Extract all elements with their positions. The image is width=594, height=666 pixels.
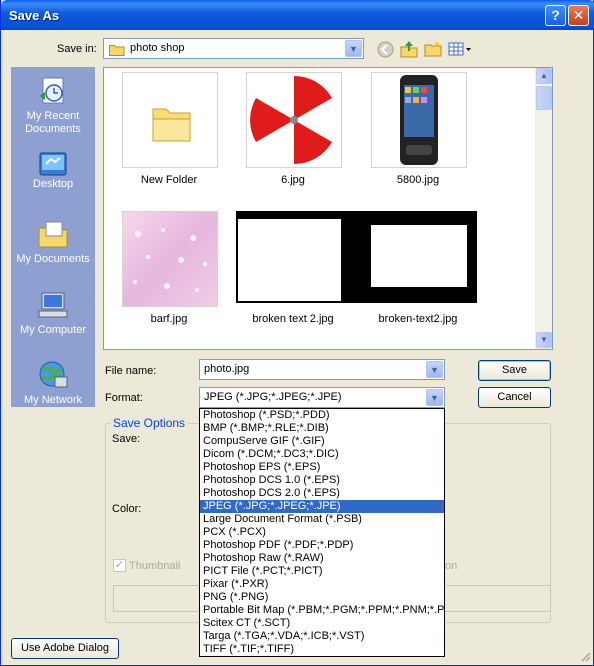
- recent-documents-icon: [40, 77, 64, 104]
- place-my-documents[interactable]: My Documents: [11, 213, 95, 281]
- format-option[interactable]: BMP (*.BMP;*.RLE;*.DIB): [200, 422, 444, 435]
- place-label: My Computer: [19, 324, 87, 336]
- place-my-recent-documents[interactable]: My Recent Documents: [11, 70, 95, 138]
- place-label: My Recent Documents: [25, 110, 81, 135]
- back-button[interactable]: [377, 41, 394, 58]
- place-my-network[interactable]: My Network: [11, 354, 95, 422]
- window-title: Save As: [9, 8, 60, 23]
- file-item[interactable]: barf.jpg: [114, 209, 224, 339]
- file-name: broken text 2.jpg: [252, 313, 334, 325]
- save-button[interactable]: Save: [478, 360, 551, 381]
- close-icon: ✕: [572, 7, 585, 23]
- new-folder-button[interactable]: [424, 40, 442, 58]
- place-desktop[interactable]: Desktop: [11, 144, 95, 212]
- up-folder-icon: [400, 41, 418, 58]
- save-in-value: photo shop: [130, 42, 185, 54]
- format-option[interactable]: Pixar (*.PXR): [200, 578, 444, 591]
- format-dropdown[interactable]: JPEG (*.JPG;*.JPEG;*.JPE) ▼: [199, 387, 445, 408]
- umbrella-thumbnail: [250, 76, 338, 164]
- chevron-down-icon[interactable]: ▼: [426, 361, 443, 378]
- partial-option-label: on: [445, 560, 458, 572]
- place-label: Desktop: [32, 178, 74, 190]
- thumbnail-checkbox[interactable]: ✓: [113, 559, 126, 572]
- scroll-down-button[interactable]: ▼: [536, 332, 552, 348]
- folder-icon: [152, 108, 191, 142]
- file-item[interactable]: broken text 2.jpg: [236, 209, 348, 339]
- title-bar[interactable]: Save As ? ✕: [1, 0, 594, 30]
- folder-icon: [109, 43, 125, 59]
- places-bar: My Recent Documents Desktop My Documents…: [11, 67, 95, 407]
- close-button[interactable]: ✕: [568, 5, 589, 26]
- back-arrow-icon: [377, 41, 394, 58]
- save-in-label: Save in:: [57, 43, 97, 55]
- format-label: Format:: [105, 392, 143, 404]
- file-name-value: photo.jpg: [204, 363, 250, 375]
- file-name: New Folder: [140, 174, 198, 186]
- format-option[interactable]: Dicom (*.DCM;*.DC3;*.DIC): [200, 448, 444, 461]
- file-name: 5800.jpg: [396, 174, 440, 186]
- new-folder-icon: [424, 41, 442, 57]
- format-option[interactable]: CompuServe GIF (*.GIF): [200, 435, 444, 448]
- place-label: My Documents: [16, 253, 90, 265]
- save-as-dialog: Save As ? ✕ Save in: photo shop ▼ My Rec…: [0, 0, 594, 666]
- cancel-button[interactable]: Cancel: [478, 387, 551, 408]
- save-options-title: Save Options: [111, 416, 188, 430]
- file-item[interactable]: 5800.jpg: [363, 70, 473, 200]
- format-option[interactable]: TIFF (*.TIF;*.TIFF): [200, 643, 444, 656]
- checkmark-icon: ✓: [114, 559, 125, 571]
- file-item[interactable]: New Folder: [114, 70, 224, 200]
- save-in-dropdown[interactable]: photo shop ▼: [103, 38, 364, 59]
- chevron-down-icon[interactable]: ▼: [426, 389, 443, 406]
- view-menu-icon: [448, 42, 471, 56]
- phone-thumbnail: [400, 75, 438, 165]
- my-computer-icon: [38, 292, 68, 318]
- format-option[interactable]: Photoshop DCS 1.0 (*.EPS): [200, 474, 444, 487]
- format-option[interactable]: Scitex CT (*.SCT): [200, 617, 444, 630]
- help-icon: ?: [551, 7, 560, 23]
- format-value: JPEG (*.JPG;*.JPEG;*.JPE): [204, 391, 342, 403]
- place-label: My Network: [23, 394, 83, 406]
- vertical-scrollbar[interactable]: ▲ ▼: [535, 68, 552, 349]
- snowflake-pattern-thumbnail: [133, 228, 207, 292]
- file-name-field[interactable]: photo.jpg ▼: [199, 359, 445, 380]
- up-folder-button[interactable]: [400, 40, 418, 58]
- format-option[interactable]: Photoshop (*.PSD;*.PDD): [200, 409, 444, 422]
- file-item[interactable]: broken-text2.jpg: [341, 209, 477, 339]
- color-label: Color:: [112, 503, 142, 515]
- format-option[interactable]: Photoshop Raw (*.RAW): [200, 552, 444, 565]
- save-label: Save:: [112, 433, 141, 445]
- scroll-up-button[interactable]: ▲: [536, 68, 552, 84]
- file-name: 6.jpg: [281, 174, 305, 186]
- format-option[interactable]: Photoshop EPS (*.EPS): [200, 461, 444, 474]
- format-option-selected[interactable]: JPEG (*.JPG;*.JPEG;*.JPE): [200, 500, 444, 513]
- chevron-up-icon: ▲: [540, 71, 548, 80]
- format-option[interactable]: Photoshop PDF (*.PDF;*.PDP): [200, 539, 444, 552]
- format-option[interactable]: Large Document Format (*.PSB): [200, 513, 444, 526]
- scroll-thumb[interactable]: [536, 86, 552, 110]
- format-option[interactable]: PCX (*.PCX): [200, 526, 444, 539]
- resize-grip-icon[interactable]: [579, 650, 591, 662]
- my-network-icon: [39, 361, 68, 388]
- format-option[interactable]: PICT File (*.PCT;*.PICT): [200, 565, 444, 578]
- desktop-icon: [39, 152, 67, 176]
- format-option[interactable]: PNG (*.PNG): [200, 591, 444, 604]
- format-option[interactable]: Portable Bit Map (*.PBM;*.PGM;*.PPM;*.PN…: [200, 604, 444, 617]
- format-option[interactable]: Photoshop DCS 2.0 (*.EPS): [200, 487, 444, 500]
- file-name: broken-text2.jpg: [378, 313, 458, 325]
- help-button[interactable]: ?: [545, 5, 566, 26]
- my-documents-icon: [38, 221, 68, 248]
- place-my-computer[interactable]: My Computer: [11, 284, 95, 352]
- chevron-down-icon[interactable]: ▼: [345, 40, 362, 57]
- format-option[interactable]: Targa (*.TGA;*.VDA;*.ICB;*.VST): [200, 630, 444, 643]
- file-list-view[interactable]: New Folder 6.jpg 5800.jpg barf.jpg broke…: [103, 67, 553, 350]
- view-menu-button[interactable]: [448, 40, 472, 58]
- use-adobe-dialog-button[interactable]: Use Adobe Dialog: [11, 638, 119, 659]
- file-item[interactable]: 6.jpg: [238, 70, 348, 200]
- file-name: barf.jpg: [150, 313, 188, 325]
- format-options-list[interactable]: Photoshop (*.PSD;*.PDD) BMP (*.BMP;*.RLE…: [199, 408, 445, 657]
- chevron-down-icon: ▼: [540, 335, 548, 344]
- file-name-label: File name:: [105, 365, 157, 377]
- thumbnail-label: Thumbnail: [129, 560, 181, 572]
